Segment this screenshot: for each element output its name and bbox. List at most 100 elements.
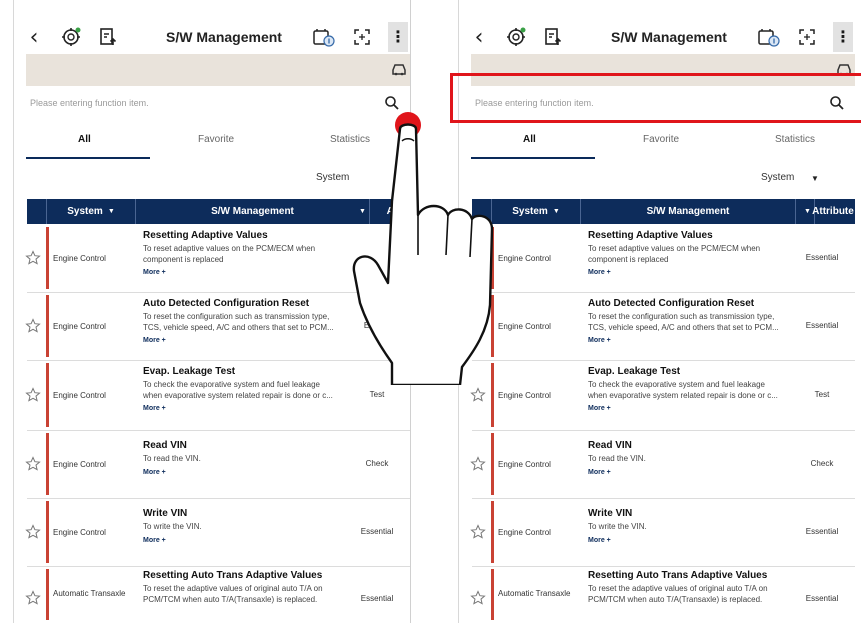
row-content: Read VIN To read the VIN. More + — [588, 440, 816, 476]
back-icon[interactable]: ‹ — [471, 24, 487, 50]
row-description-line2: TCS, vehicle speed, A/C and others that … — [588, 322, 779, 332]
row-description-line2: component is replaced — [143, 254, 224, 264]
table-row[interactable]: Engine Control Read VIN To read the VIN.… — [25, 430, 410, 499]
row-content: Evap. Leakage Test To check the evaporat… — [588, 366, 816, 412]
table-row[interactable]: Engine Control Write VIN To write the VI… — [470, 498, 855, 567]
favorite-star-icon[interactable] — [25, 524, 41, 540]
row-description-line1: To reset the adaptive values of original… — [588, 584, 768, 593]
sort-dropdown[interactable]: System — [316, 172, 349, 183]
table-row[interactable]: Engine Control Resetting Adaptive Values… — [470, 224, 855, 293]
column-attribute-label: Attribute — [812, 206, 854, 217]
row-system: Engine Control — [498, 254, 551, 263]
screen-capture-icon[interactable] — [351, 24, 373, 50]
row-content: Resetting Adaptive Values To reset adapt… — [588, 230, 816, 276]
row-attribute: Essential — [805, 594, 839, 603]
row-description-line1: To reset adaptive values on the PCM/ECM … — [588, 244, 761, 253]
table-row[interactable]: Engine Control Read VIN To read the VIN.… — [470, 430, 855, 499]
favorite-star-icon[interactable] — [25, 250, 41, 266]
more-link[interactable]: More + — [143, 537, 371, 544]
favorite-star-icon[interactable] — [470, 387, 486, 403]
row-title: Resetting Auto Trans Adaptive Values — [588, 570, 768, 581]
table-row[interactable]: Engine Control Write VIN To write the VI… — [25, 498, 410, 567]
table-row[interactable]: Automatic Transaxle Resetting Auto Trans… — [470, 566, 855, 623]
battery-device-icon[interactable] — [756, 24, 782, 50]
tab-statistics[interactable]: Statistics — [775, 134, 815, 145]
more-link[interactable]: More + — [588, 405, 816, 412]
row-content: Resetting Auto Trans Adaptive Values To … — [588, 570, 816, 605]
more-link[interactable]: More + — [588, 337, 816, 344]
row-system: Engine Control — [53, 391, 106, 400]
vehicle-edit-icon[interactable] — [390, 60, 408, 78]
column-system[interactable]: System ▼ — [47, 199, 136, 224]
search-field[interactable]: Please entering function item. — [26, 92, 400, 116]
chevron-down-icon[interactable]: ▼ — [811, 174, 819, 183]
row-attribute: Essential — [805, 527, 839, 536]
more-link[interactable]: More + — [143, 405, 371, 412]
row-description-line2: PCM/TCM when auto T/A(Transaxle) is repl… — [143, 594, 318, 604]
header-spacer — [27, 199, 47, 224]
row-attribute: Test — [369, 390, 385, 399]
row-description-line2: when evaporative system related repair i… — [143, 390, 333, 400]
screen-capture-icon[interactable] — [796, 24, 818, 50]
table-row[interactable]: Automatic Transaxle Resetting Auto Trans… — [25, 566, 410, 623]
upload-document-icon[interactable] — [96, 24, 120, 50]
favorite-star-icon[interactable] — [25, 318, 41, 334]
back-icon[interactable]: ‹ — [26, 24, 42, 50]
vehicle-settings-icon[interactable] — [504, 24, 528, 50]
row-title: Evap. Leakage Test — [588, 366, 681, 377]
row-marker — [46, 433, 49, 495]
chevron-down-icon[interactable]: ▼ — [108, 208, 115, 215]
column-sw-management[interactable]: S/W Management — [581, 199, 796, 224]
column-system[interactable]: System ▼ — [492, 199, 581, 224]
row-title: Resetting Auto Trans Adaptive Values — [143, 570, 323, 581]
row-description-line1: To reset the adaptive values of original… — [143, 584, 323, 593]
favorite-star-icon[interactable] — [470, 456, 486, 472]
row-system: Engine Control — [53, 322, 106, 331]
table-header: System ▼ S/W Management ▼ Attribute — [472, 199, 855, 224]
more-link[interactable]: More + — [588, 269, 816, 276]
more-link[interactable]: More + — [143, 469, 371, 476]
favorite-star-icon[interactable] — [25, 590, 41, 606]
battery-device-icon[interactable] — [311, 24, 337, 50]
more-link[interactable]: More + — [588, 537, 816, 544]
chevron-down-icon[interactable]: ▼ — [553, 208, 560, 215]
top-bar: ‹ S/W Management ⋮ — [459, 20, 855, 54]
tab-all[interactable]: All — [523, 134, 536, 145]
row-attribute: Essential — [805, 321, 839, 330]
upload-document-icon[interactable] — [541, 24, 565, 50]
more-link[interactable]: More + — [143, 337, 371, 344]
more-link[interactable]: More + — [143, 269, 371, 276]
column-attribute[interactable]: Attribute — [803, 199, 855, 224]
row-attribute: Test — [814, 390, 830, 399]
favorite-star-icon[interactable] — [470, 524, 486, 540]
tab-favorite[interactable]: Favorite — [643, 134, 679, 145]
table-row[interactable]: Engine Control Auto Detected Configurati… — [470, 292, 855, 361]
column-sw-label: S/W Management — [211, 206, 294, 217]
more-options-icon[interactable]: ⋮ — [388, 22, 408, 52]
more-options-icon[interactable]: ⋮ — [833, 22, 853, 52]
row-marker — [46, 501, 49, 563]
tab-all[interactable]: All — [78, 134, 91, 145]
row-marker — [491, 433, 494, 495]
row-description-line1: To check the evaporative system and fuel… — [143, 380, 320, 389]
row-system: Engine Control — [53, 528, 106, 537]
row-system: Automatic Transaxle — [498, 589, 571, 598]
favorite-star-icon[interactable] — [25, 456, 41, 472]
row-system: Engine Control — [53, 460, 106, 469]
more-link[interactable]: More + — [588, 469, 816, 476]
page-title: S/W Management — [611, 29, 727, 45]
row-title: Auto Detected Configuration Reset — [143, 298, 310, 309]
sort-dropdown[interactable]: System — [761, 172, 794, 183]
row-description-line1: To reset the configuration such as trans… — [588, 312, 775, 321]
row-title: Read VIN — [588, 440, 632, 451]
column-sw-management[interactable]: S/W Management — [136, 199, 370, 224]
vehicle-settings-icon[interactable] — [59, 24, 83, 50]
table-row[interactable]: Engine Control Evap. Leakage Test To che… — [470, 360, 855, 431]
favorite-star-icon[interactable] — [25, 387, 41, 403]
search-input[interactable]: Please entering function item. — [30, 98, 149, 108]
row-title: Write VIN — [143, 508, 188, 519]
favorite-star-icon[interactable] — [470, 590, 486, 606]
tab-favorite[interactable]: Favorite — [198, 134, 234, 145]
row-system: Engine Control — [498, 391, 551, 400]
row-marker — [46, 569, 49, 620]
